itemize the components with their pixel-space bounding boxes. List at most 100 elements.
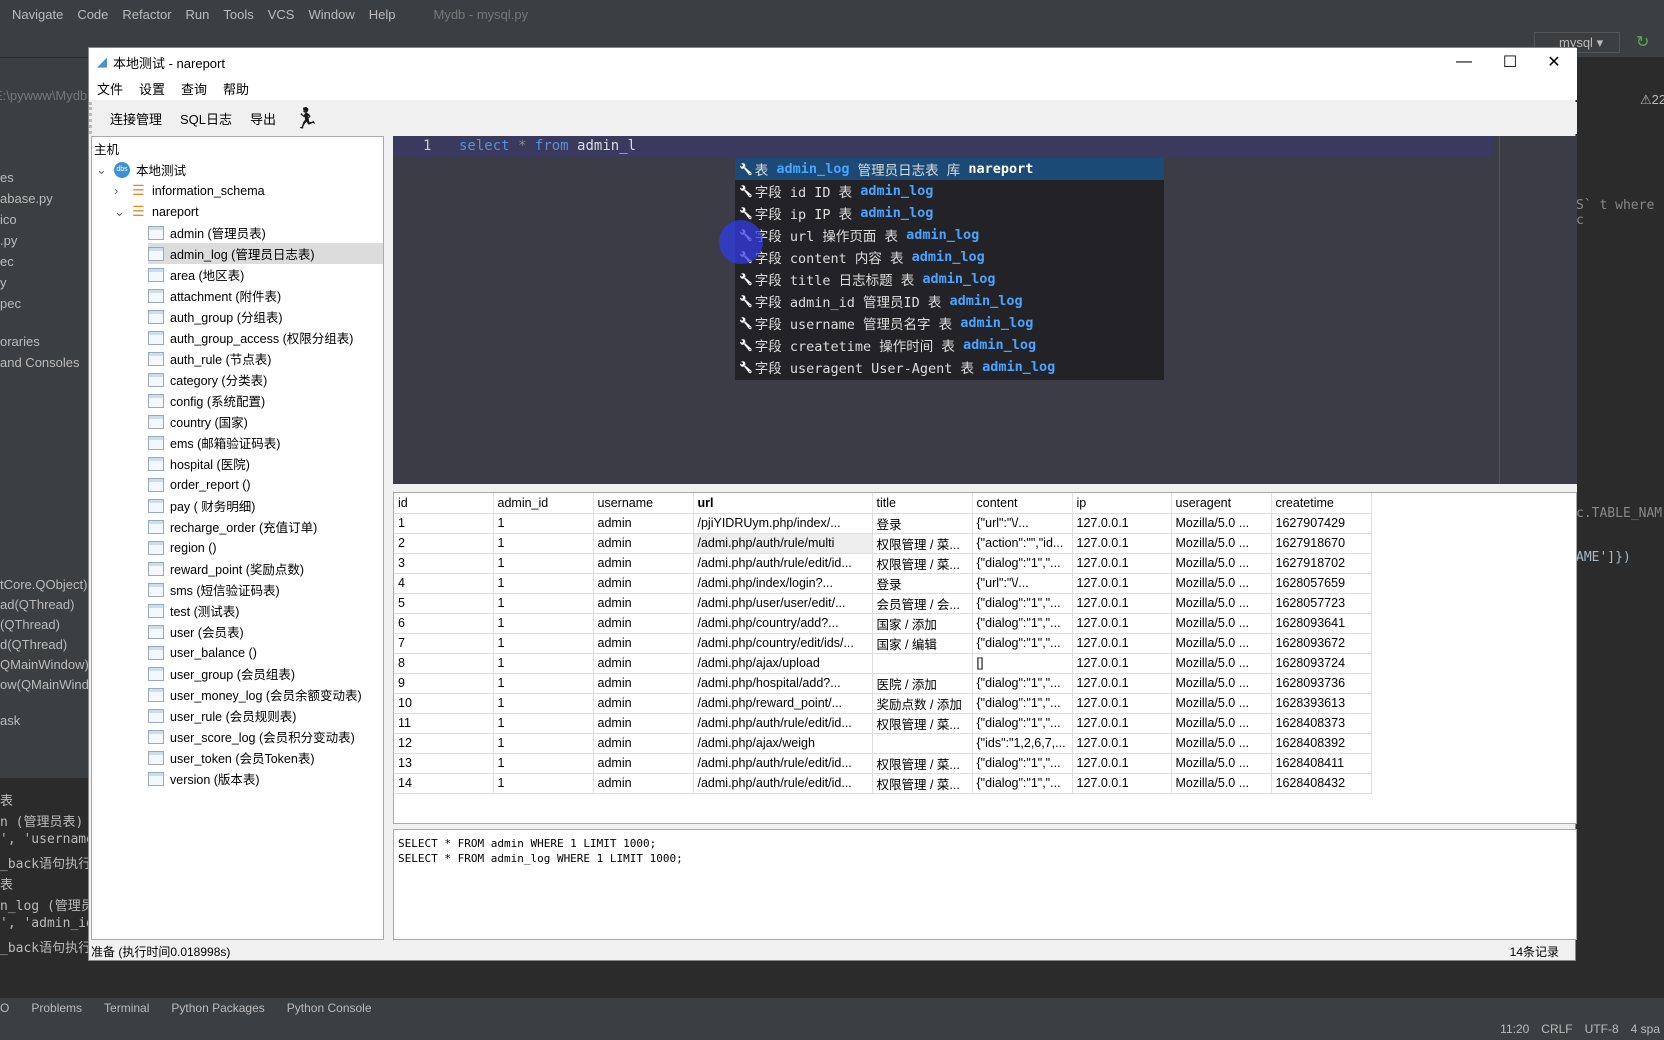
cell-admin_id[interactable]: 1 xyxy=(493,593,594,614)
cell-username[interactable]: admin xyxy=(593,713,694,734)
cell-title[interactable]: 国家 / 添加 xyxy=(872,613,973,634)
cell-content[interactable]: {"dialog":"1","... xyxy=(972,773,1073,794)
cell-ip[interactable]: 127.0.0.1 xyxy=(1072,713,1172,734)
tree-table[interactable]: config (系统配置) xyxy=(148,390,265,411)
autocomplete-item[interactable]: 🔧 字段 title 日志标题 表 admin_log xyxy=(735,268,1164,290)
cell-createtime[interactable]: 1627918702 xyxy=(1271,553,1372,574)
cell-username[interactable]: admin xyxy=(593,553,694,574)
ide-menu-window[interactable]: Window xyxy=(308,7,354,22)
project-item[interactable]: oraries xyxy=(0,334,40,349)
cell-url[interactable]: /admi.php/country/add?... xyxy=(693,613,873,634)
cell-url[interactable]: /admi.php/reward_point/... xyxy=(693,693,873,714)
cell-id[interactable]: 7 xyxy=(394,633,494,654)
tool-tab-python-console[interactable]: Python Console xyxy=(287,1001,372,1015)
cell-createtime[interactable]: 1628057659 xyxy=(1271,573,1372,594)
ide-status-item[interactable]: CRLF xyxy=(1541,1022,1572,1036)
tool-tab-problems[interactable]: Problems xyxy=(31,1001,82,1015)
tree-table[interactable]: hospital (医院) xyxy=(148,453,250,474)
toolbar-button[interactable]: 连接管理 xyxy=(110,109,162,128)
autocomplete-item[interactable]: 🔧 字段 admin_id 管理员ID 表 admin_log xyxy=(735,290,1164,312)
cell-admin_id[interactable]: 1 xyxy=(493,653,594,674)
tree-table[interactable]: order_report () xyxy=(148,474,251,495)
cell-createtime[interactable]: 1628408432 xyxy=(1271,773,1372,794)
cell-admin_id[interactable]: 1 xyxy=(493,753,594,774)
structure-item[interactable]: QMainWindow) xyxy=(0,657,88,672)
cell-admin_id[interactable]: 1 xyxy=(493,773,594,794)
menu-item[interactable]: 帮助 xyxy=(223,79,249,98)
autocomplete-item[interactable]: 🔧 字段 createtime 操作时间 表 admin_log xyxy=(735,334,1164,356)
tree-table[interactable]: auth_group (分组表) xyxy=(148,306,283,327)
column-header-id[interactable]: id xyxy=(394,493,494,514)
structure-item[interactable]: ow(QMainWind xyxy=(0,677,88,692)
cell-content[interactable]: {"ids":"1,2,6,7,... xyxy=(972,733,1073,754)
cell-createtime[interactable]: 1628408373 xyxy=(1271,713,1372,734)
tree-table[interactable]: user_rule (会员规则表) xyxy=(148,705,296,726)
tool-tab-o[interactable]: O xyxy=(0,1001,9,1015)
cell-content[interactable]: {"dialog":"1","... xyxy=(972,713,1073,734)
cell-id[interactable]: 9 xyxy=(394,673,494,694)
cell-createtime[interactable]: 1628093672 xyxy=(1271,633,1372,654)
tree-table[interactable]: sms (短信验证码表) xyxy=(148,579,280,600)
autocomplete-item[interactable]: 🔧 字段 id ID 表 admin_log xyxy=(735,180,1164,202)
column-header-useragent[interactable]: useragent xyxy=(1171,493,1272,514)
table-row[interactable]: 11 1 admin/admi.php/auth/rule/edit/id... 权限… xyxy=(394,713,1372,734)
project-item[interactable]: es xyxy=(0,170,14,185)
tree-table[interactable]: category (分类表) xyxy=(148,369,267,390)
tree-table[interactable]: ems (邮箱验证码表) xyxy=(148,432,280,453)
ide-status-item[interactable]: UTF-8 xyxy=(1585,1022,1619,1036)
tree-database[interactable]: › ☰ information_schema xyxy=(114,180,265,201)
cell-useragent[interactable]: Mozilla/5.0 ... xyxy=(1171,753,1272,774)
cell-ip[interactable]: 127.0.0.1 xyxy=(1072,553,1172,574)
cell-title[interactable]: 登录 xyxy=(872,513,973,534)
cell-username[interactable]: admin xyxy=(593,513,694,534)
project-item[interactable]: abase.py xyxy=(0,191,53,206)
cell-useragent[interactable]: Mozilla/5.0 ... xyxy=(1171,713,1272,734)
structure-item[interactable]: ask xyxy=(0,713,20,728)
cell-username[interactable]: admin xyxy=(593,633,694,654)
cell-url[interactable]: /admi.php/index/login?... xyxy=(693,573,873,594)
tree-table[interactable]: test (测试表) xyxy=(148,600,239,621)
tool-tab-terminal[interactable]: Terminal xyxy=(104,1001,149,1015)
splitter[interactable] xyxy=(393,484,1577,492)
cell-id[interactable]: 4 xyxy=(394,573,494,594)
ide-menu-help[interactable]: Help xyxy=(369,7,396,22)
cell-title[interactable] xyxy=(872,733,973,754)
structure-item[interactable]: ad(QThread) xyxy=(0,597,74,612)
cell-content[interactable]: {"url":"\/... xyxy=(972,573,1073,594)
cell-useragent[interactable]: Mozilla/5.0 ... xyxy=(1171,733,1272,754)
cell-admin_id[interactable]: 1 xyxy=(493,673,594,694)
table-row[interactable]: 14 1 admin/admi.php/auth/rule/edit/id... 权限… xyxy=(394,773,1372,794)
cell-createtime[interactable]: 1628093641 xyxy=(1271,613,1372,634)
cell-ip[interactable]: 127.0.0.1 xyxy=(1072,573,1172,594)
table-row[interactable]: 9 1 admin/admi.php/hospital/add?... 医院 / 添加… xyxy=(394,673,1372,694)
cell-admin_id[interactable]: 1 xyxy=(493,553,594,574)
chevron-down-icon[interactable]: ⌄ xyxy=(114,204,132,220)
column-header-url[interactable]: url xyxy=(693,493,873,514)
toolbar-button[interactable]: SQL日志 xyxy=(180,109,232,128)
cell-ip[interactable]: 127.0.0.1 xyxy=(1072,693,1172,714)
tree-table[interactable]: auth_rule (节点表) xyxy=(148,348,271,369)
cell-url[interactable]: /admi.php/country/edit/ids/... xyxy=(693,633,873,654)
cell-title[interactable]: 权限管理 / 菜... xyxy=(872,713,973,734)
cell-url[interactable]: /admi.php/hospital/add?... xyxy=(693,673,873,694)
close-button[interactable]: ✕ xyxy=(1531,48,1577,76)
cell-useragent[interactable]: Mozilla/5.0 ... xyxy=(1171,633,1272,654)
column-header-admin_id[interactable]: admin_id xyxy=(493,493,594,514)
cell-createtime[interactable]: 1628057723 xyxy=(1271,593,1372,614)
ide-menu-vcs[interactable]: VCS xyxy=(268,7,295,22)
cell-id[interactable]: 1 xyxy=(394,513,494,534)
tree-table[interactable]: admin (管理员表) xyxy=(148,222,266,243)
sql-editor[interactable]: 1 select * from admin_l 🔧 表 admin_log 管理员… xyxy=(393,136,1577,484)
cell-title[interactable]: 会员管理 / 会... xyxy=(872,593,973,614)
autocomplete-item[interactable]: 🔧 表 admin_log 管理员日志表 库 nareport xyxy=(735,158,1164,180)
tree-table[interactable]: user_money_log (会员余额变动表) xyxy=(148,684,362,705)
column-header-createtime[interactable]: createtime xyxy=(1271,493,1372,514)
cell-content[interactable]: {"action":"","id... xyxy=(972,533,1073,554)
cell-createtime[interactable]: 1628408411 xyxy=(1271,753,1372,774)
column-header-ip[interactable]: ip xyxy=(1072,493,1172,514)
project-item[interactable]: .py xyxy=(0,233,17,248)
tree-connection[interactable]: ⌄ dbs 本地测试 xyxy=(96,159,186,180)
cell-id[interactable]: 10 xyxy=(394,693,494,714)
structure-item[interactable]: d(QThread) xyxy=(0,637,67,652)
cell-content[interactable]: {"url":"\/... xyxy=(972,513,1073,534)
